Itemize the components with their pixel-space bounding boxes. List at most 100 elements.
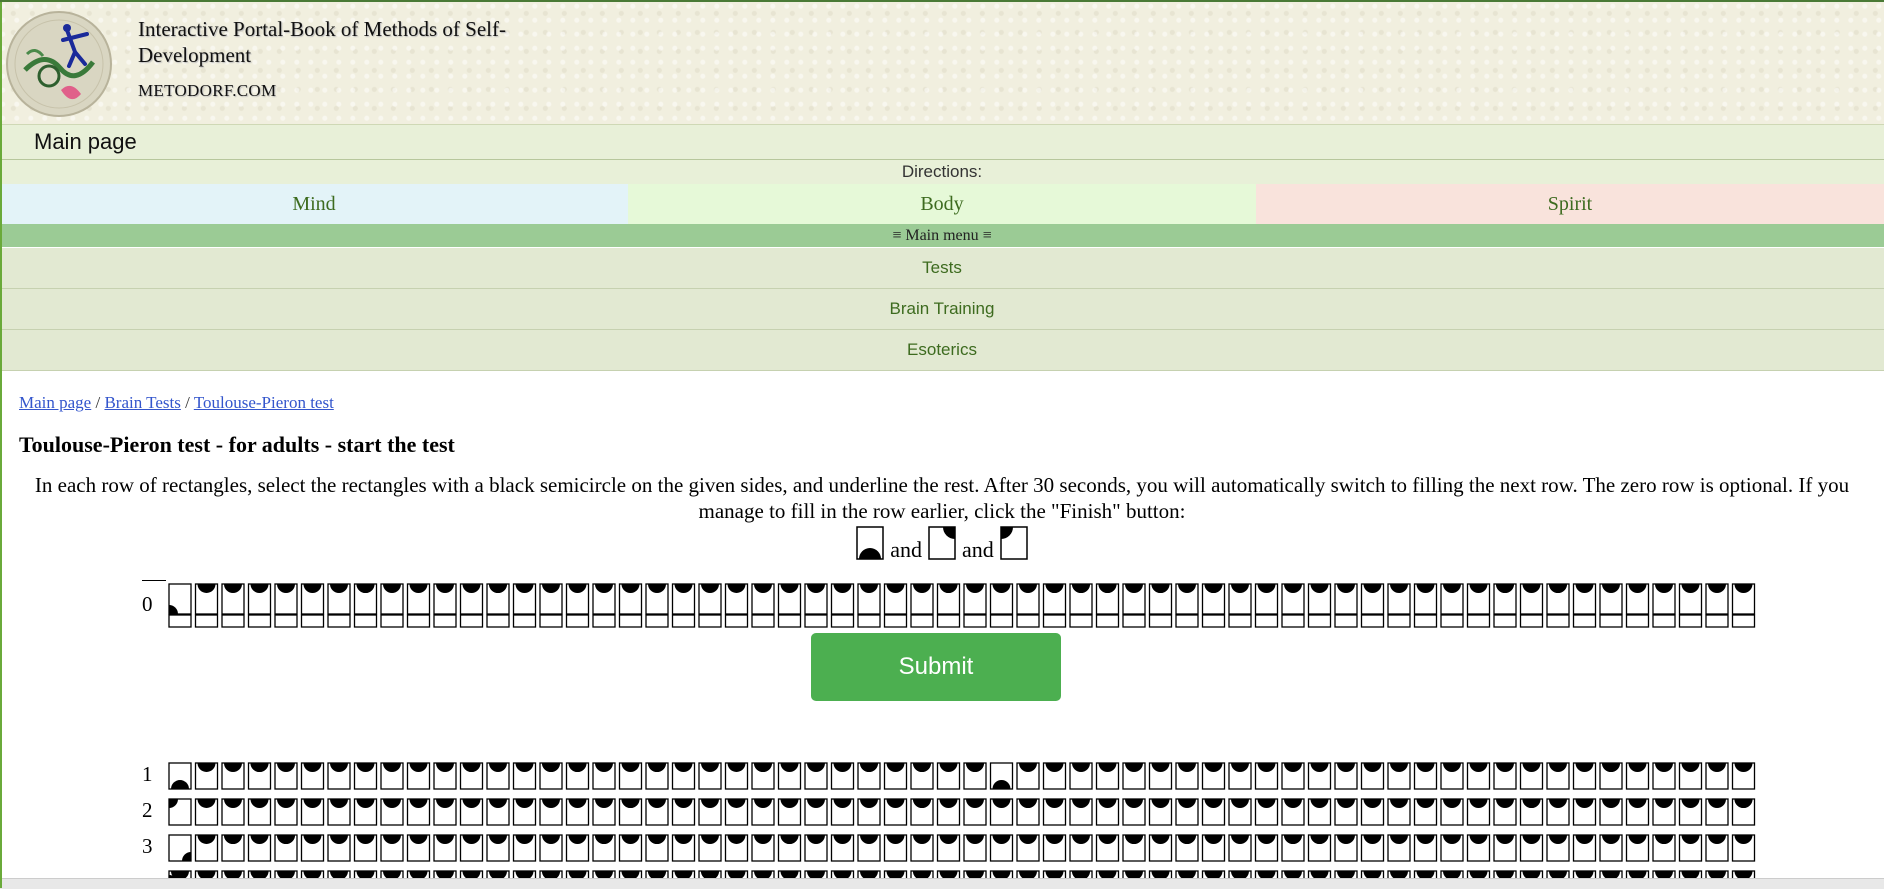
test-cell[interactable]	[1413, 798, 1438, 826]
test-cell[interactable]	[1413, 834, 1438, 862]
test-cell[interactable]	[1572, 798, 1597, 826]
test-cell[interactable]	[1175, 798, 1199, 826]
test-cell[interactable]	[698, 762, 722, 790]
test-cell[interactable]	[539, 798, 563, 826]
test-cell[interactable]	[963, 798, 987, 826]
test-cell[interactable]	[936, 834, 961, 862]
test-cell[interactable]	[857, 583, 881, 628]
test-cell[interactable]	[645, 583, 669, 628]
direction-mind[interactable]: Mind	[0, 184, 628, 224]
test-cell[interactable]	[804, 583, 828, 628]
test-cell[interactable]	[1731, 834, 1756, 862]
test-cell[interactable]	[1201, 762, 1226, 790]
test-cell[interactable]	[1731, 583, 1756, 628]
test-cell[interactable]	[1678, 834, 1703, 862]
test-cell[interactable]	[1625, 583, 1650, 628]
test-cell[interactable]	[1122, 834, 1146, 862]
test-cell[interactable]	[671, 762, 696, 790]
test-cell[interactable]	[857, 798, 881, 826]
test-cell[interactable]	[1413, 762, 1438, 790]
test-cell[interactable]	[433, 798, 457, 826]
test-cell[interactable]	[1360, 834, 1385, 862]
test-cell[interactable]	[512, 583, 537, 628]
test-cell[interactable]	[1652, 798, 1676, 826]
test-cell[interactable]	[1599, 798, 1623, 826]
menu-item-esoterics[interactable]: Esoterics	[0, 330, 1884, 371]
test-cell[interactable]	[300, 583, 325, 628]
test-cell[interactable]	[1625, 762, 1650, 790]
test-cell[interactable]	[1546, 834, 1570, 862]
test-cell[interactable]	[936, 583, 961, 628]
test-cell[interactable]	[1493, 834, 1517, 862]
test-cell[interactable]	[486, 834, 510, 862]
test-cell[interactable]	[1546, 762, 1570, 790]
test-cell[interactable]	[539, 762, 563, 790]
test-cell[interactable]	[1387, 583, 1411, 628]
test-cell[interactable]	[751, 583, 775, 628]
test-cell[interactable]	[221, 834, 245, 862]
test-cell[interactable]	[910, 798, 934, 826]
test-cell[interactable]	[1228, 583, 1252, 628]
test-cell[interactable]	[1572, 583, 1597, 628]
test-cell[interactable]	[1016, 798, 1040, 826]
test-cell[interactable]	[327, 798, 351, 826]
test-cell[interactable]	[1360, 583, 1385, 628]
test-cell[interactable]	[274, 583, 298, 628]
test-cell[interactable]	[380, 798, 404, 826]
test-cell[interactable]	[1254, 583, 1279, 628]
test-cell[interactable]	[1069, 583, 1093, 628]
test-cell[interactable]	[1466, 762, 1491, 790]
test-cell[interactable]	[168, 834, 192, 862]
test-cell[interactable]	[910, 762, 934, 790]
test-cell[interactable]	[1519, 583, 1544, 628]
test-cell[interactable]	[1201, 798, 1226, 826]
test-cell[interactable]	[1016, 834, 1040, 862]
test-cell[interactable]	[883, 798, 908, 826]
main-menu-toggle[interactable]: ≡ Main menu ≡	[0, 224, 1884, 247]
test-cell[interactable]	[380, 583, 404, 628]
test-cell[interactable]	[830, 834, 855, 862]
breadcrumb-main-page[interactable]: Main page	[19, 393, 91, 412]
test-cell[interactable]	[751, 762, 775, 790]
test-cell[interactable]	[989, 798, 1014, 826]
test-cell[interactable]	[1705, 798, 1729, 826]
test-cell[interactable]	[380, 834, 404, 862]
test-cell[interactable]	[539, 834, 563, 862]
test-cell[interactable]	[1307, 798, 1332, 826]
test-cell[interactable]	[300, 762, 325, 790]
test-cell[interactable]	[1678, 762, 1703, 790]
test-cell[interactable]	[1572, 762, 1597, 790]
test-cell[interactable]	[247, 834, 272, 862]
test-cell[interactable]	[777, 762, 802, 790]
test-cell[interactable]	[433, 762, 457, 790]
submit-button[interactable]: Submit	[811, 633, 1061, 701]
test-cell[interactable]	[194, 798, 219, 826]
test-cell[interactable]	[1307, 834, 1332, 862]
test-cell[interactable]	[751, 798, 775, 826]
test-cell[interactable]	[1122, 798, 1146, 826]
test-cell[interactable]	[1493, 583, 1517, 628]
test-cell[interactable]	[1440, 762, 1464, 790]
test-cell[interactable]	[406, 834, 431, 862]
test-cell[interactable]	[1440, 834, 1464, 862]
test-cell[interactable]	[1095, 798, 1120, 826]
test-cell[interactable]	[1281, 583, 1305, 628]
test-cell[interactable]	[1705, 834, 1729, 862]
direction-spirit[interactable]: Spirit	[1256, 184, 1884, 224]
test-cell[interactable]	[857, 834, 881, 862]
test-cell[interactable]	[1731, 798, 1756, 826]
test-cell[interactable]	[1440, 583, 1464, 628]
test-cell[interactable]	[406, 583, 431, 628]
test-cell[interactable]	[300, 834, 325, 862]
test-cell[interactable]	[1625, 798, 1650, 826]
test-cell[interactable]	[512, 762, 537, 790]
test-cell[interactable]	[194, 583, 219, 628]
test-cell[interactable]	[671, 583, 696, 628]
test-cell[interactable]	[565, 798, 590, 826]
test-cell[interactable]	[221, 798, 245, 826]
test-cell[interactable]	[1042, 834, 1067, 862]
test-cell[interactable]	[1201, 834, 1226, 862]
test-cell[interactable]	[1493, 762, 1517, 790]
test-cell[interactable]	[1599, 762, 1623, 790]
test-cell[interactable]	[671, 798, 696, 826]
